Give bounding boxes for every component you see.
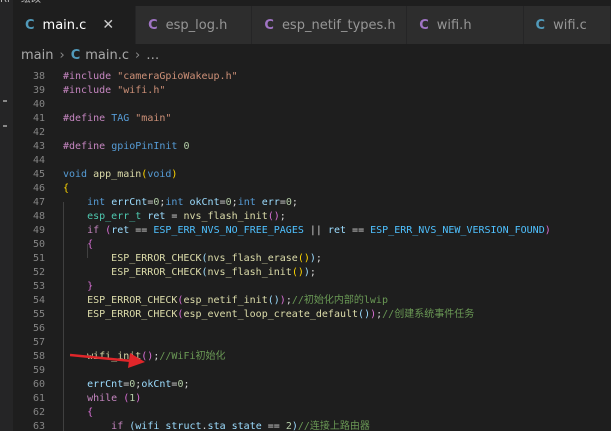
line-number: 42 [32,127,45,138]
line-number: 54 [32,295,45,306]
line-number: 60 [32,379,45,390]
line-number: 44 [32,155,45,166]
code-editor[interactable]: 3738#include "cameraGpioWakeup.h"39#incl… [13,66,611,431]
code-line[interactable]: 46 { [13,182,611,196]
tab-label: esp_log.h [165,17,228,33]
line-number: 61 [32,393,45,404]
code-line[interactable]: 40 [13,98,611,112]
code-text: #include "cameraGpioWakeup.h" [63,71,238,82]
close-icon[interactable]: ✕ [102,17,114,33]
tab-label: esp_netif_types.h [281,17,396,33]
code-line[interactable]: 41 #define TAG "main" [13,112,611,126]
chevron-right-icon: › [59,47,65,63]
editor-tab-bar: Cmain.c ✕ Cesp_log.h Cesp_netif_types.h Cwif… [13,6,611,44]
line-number: 41 [32,113,45,124]
line-number: 57 [32,337,45,348]
c-file-icon: C [70,47,81,63]
tab-esp-netif-types-h[interactable]: Cesp_netif_types.h [252,6,408,44]
code-line[interactable]: 47 int errCnt=0;int okCnt=0;int err=0; [13,196,611,210]
line-number: 38 [32,71,45,82]
code-text: #define gpioPinInit 0 [63,141,190,152]
line-number: 56 [32,323,45,334]
code-line[interactable]: 56 [13,322,611,336]
tab-label: wifi.h [436,17,472,33]
line-number: 63 [32,421,45,431]
breadcrumb: main › C main.c › … [13,44,611,66]
line-number: 52 [32,267,45,278]
code-line[interactable]: 51 ESP_ERROR_CHECK(nvs_flash_erase()); [13,252,611,266]
line-number: 53 [32,281,45,292]
line-number: 48 [32,211,45,222]
tab-esp-log-h[interactable]: Cesp_log.h [136,6,253,44]
tab-main-c[interactable]: Cmain.c ✕ [13,6,137,44]
code-text: int errCnt=0;int okCnt=0;int err=0; [87,197,298,208]
red-arrow-annotation [70,353,145,368]
code-text: ESP_ERROR_CHECK(nvs_flash_init()); [111,267,316,278]
breadcrumb-folder[interactable]: main [21,48,53,63]
code-line[interactable]: 52 ESP_ERROR_CHECK(nvs_flash_init()); [13,266,611,280]
line-number: 49 [32,225,45,236]
code-text: { [63,183,70,194]
code-line[interactable]: 53 } [13,280,611,294]
line-number: 59 [32,365,45,376]
line-number: 46 [32,183,45,194]
c-file-icon: C [25,17,35,33]
tab-label: main.c [42,17,87,33]
code-line[interactable]: 43 #define gpioPinInit 0 [13,140,611,154]
line-number: 47 [32,197,45,208]
breadcrumb-file[interactable]: main.c [85,48,129,63]
tab-label: wifi.c [553,17,587,33]
line-number: 39 [32,85,45,96]
code-line[interactable]: 60 errCnt=0;okCnt=0; [13,378,611,392]
activity-strip [0,0,13,431]
code-line[interactable]: 61 while (1) [13,392,611,406]
code-line[interactable]: 49 if (ret == ESP_ERR_NVS_NO_FREE_PAGES … [13,224,611,238]
strip-marker [3,125,7,127]
code-line[interactable]: 44 [13,154,611,168]
code-line[interactable]: 55 ESP_ERROR_CHECK(esp_event_loop_create… [13,308,611,322]
line-number: 51 [32,253,45,264]
c-header-icon: C [264,17,274,33]
code-text: while (1) [87,393,142,404]
code-text: #include "wifi.h" [63,85,166,96]
code-line[interactable]: 42 [13,126,611,140]
code-text: ESP_ERROR_CHECK(esp_netif_init());//初始化内… [87,295,388,306]
tab-wifi-h[interactable]: Cwifi.h [407,6,524,44]
code-line[interactable]: 50 { [13,238,611,252]
line-number: 45 [32,169,45,180]
code-text: { [87,239,94,250]
line-number: 43 [32,141,45,152]
code-line[interactable]: 63 if (wifi_struct.sta_state == 2)//连接上路… [13,420,611,431]
code-line[interactable]: 39 #include "wifi.h" [13,84,611,98]
tab-wifi-c[interactable]: Cwifi.c [523,6,611,44]
chevron-right-icon: › [135,47,141,63]
code-text: if (wifi_struct.sta_state == 2)//连接上路由器 [111,421,370,431]
line-number: 58 [32,351,45,362]
code-text: ESP_ERROR_CHECK(nvs_flash_erase()); [111,253,322,264]
code-text: if (ret == ESP_ERR_NVS_NO_FREE_PAGES || … [87,225,551,236]
line-number: 55 [32,309,45,320]
code-text: errCnt=0;okCnt=0; [87,379,190,390]
code-text: { [87,407,94,418]
code-text: #define TAG "main" [63,113,172,124]
c-file-icon: C [535,17,546,33]
code-line[interactable]: 54 ESP_ERROR_CHECK(esp_netif_init());//初… [13,294,611,308]
code-line[interactable]: 62 { [13,406,611,420]
code-text: ESP_ERROR_CHECK(esp_event_loop_create_de… [87,309,475,320]
code-line[interactable]: 48 esp_err_t ret = nvs_flash_init(); [13,210,611,224]
code-text: } [87,281,94,292]
breadcrumb-symbols[interactable]: … [146,48,159,63]
c-header-icon: C [419,17,429,33]
strip-marker [3,100,7,102]
code-line[interactable]: 38 #include "cameraGpioWakeup.h" [13,70,611,84]
line-number: 50 [32,239,45,250]
c-header-icon: C [148,17,158,33]
code-line[interactable]: 45 void app_main(void) [13,168,611,182]
line-number: 62 [32,407,45,418]
code-text: esp_err_t ret = nvs_flash_init(); [87,211,286,222]
line-number: 40 [32,99,45,110]
code-text: void app_main(void) [63,169,178,180]
